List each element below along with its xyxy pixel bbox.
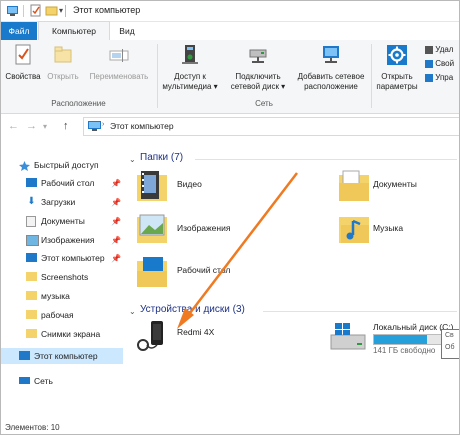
explorer-window: ▾ Этот компьютер Файл Компьютер Вид Свой…	[0, 0, 460, 435]
status-bar: Элементов: 10	[1, 421, 459, 434]
item-count: Элементов: 10	[5, 423, 60, 432]
annotation-arrow	[177, 172, 298, 329]
